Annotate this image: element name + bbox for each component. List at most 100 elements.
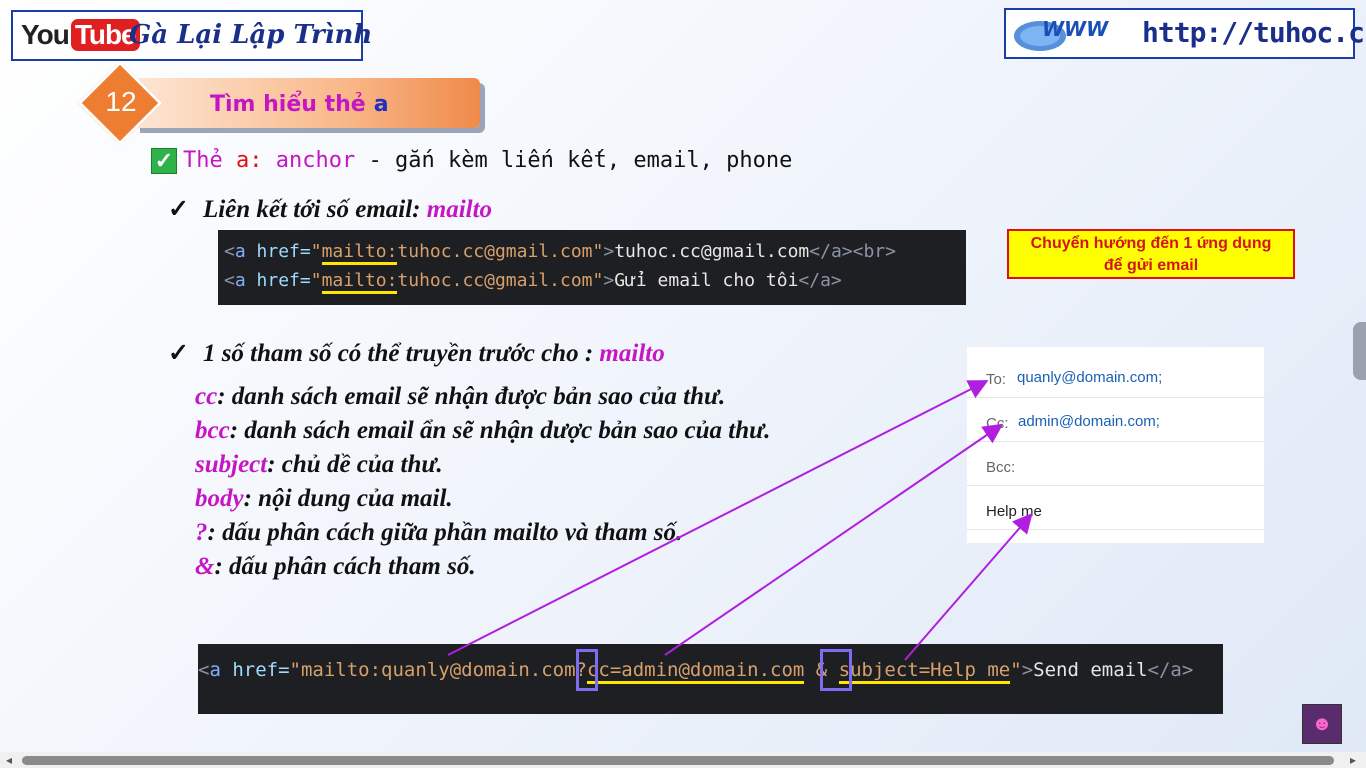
channel-avatar-icon: ☻ [1302, 704, 1342, 744]
param-desc: : dấu phân cách giữa phần mailto và tham… [207, 519, 683, 546]
param-item-subject: subject: chủ dề của thư. [195, 451, 443, 479]
param-key: subject [195, 451, 268, 478]
param-desc: : danh sách email ẩn sẽ nhận dược bản sa… [229, 417, 771, 444]
section1-keyword: mailto [426, 196, 493, 223]
code-subject-param: subject=Help me [838, 659, 1011, 684]
code-token: </a> [1147, 659, 1194, 681]
email-cc-label: Cc: [986, 415, 1009, 432]
code-token: href= [245, 270, 311, 291]
code-cc-param: cc=admin@domain.com [586, 659, 805, 684]
code-token: " [310, 270, 322, 291]
lesson-number: 12 [105, 86, 137, 117]
param-item-question: ?: dấu phân cách giữa phần mailto và tha… [195, 519, 682, 547]
checkbox-checked-icon: ✓ [151, 148, 177, 174]
code-token: a [234, 241, 246, 262]
param-key: body [195, 485, 244, 512]
note-line-1: Chuyển hướng đến 1 ứng dụng [1030, 235, 1272, 252]
param-item-cc: cc: danh sách email sẽ nhận được bản sao… [195, 383, 725, 411]
param-item-bcc: bcc: danh sách email ẩn sẽ nhận dược bản… [195, 417, 770, 445]
param-key: bcc [195, 417, 230, 444]
youtube-logo-you: You [21, 19, 70, 50]
param-desc: : chủ dề của thư. [267, 451, 443, 478]
code-token: > [603, 270, 615, 291]
redirect-note-box: Chuyển hướng đến 1 ứng dụng để gửi email [1007, 229, 1295, 279]
lesson-banner: Tìm hiểu thẻ a [135, 78, 480, 128]
code-token: Send email [1033, 659, 1148, 681]
code-token: > [1021, 659, 1034, 681]
code-token: a [209, 659, 221, 681]
code-token: < [224, 241, 235, 262]
lesson-title-text: Tìm hiểu thẻ [210, 92, 366, 117]
section2-text: 1 số tham số có thể truyền trước cho : [202, 340, 600, 367]
section-mailto-params: ✓ 1 số tham số có thể truyền trước cho : … [168, 338, 665, 368]
code-token: " [592, 241, 604, 262]
code-token: href= [245, 241, 311, 262]
param-desc: : nội dung của mail. [243, 485, 453, 512]
note-line-2: để gửi email [1103, 257, 1199, 274]
site-url: http://tuhoc.cc [1142, 16, 1366, 49]
lesson-title-tag: a [373, 92, 389, 117]
code-token: </a><br> [809, 241, 896, 262]
code-token: < [198, 659, 210, 681]
param-desc: : dấu phân cách tham số. [214, 553, 476, 580]
email-body-row: Help me [967, 484, 1264, 530]
code-token: " [592, 270, 604, 291]
code-token: a [234, 270, 246, 291]
code-token: </a> [798, 270, 842, 291]
question-mark-highlight-box [576, 649, 598, 691]
code-token: > [603, 241, 615, 262]
code-line-1: <a href="mailto:tuhoc.cc@gmail.com">tuho… [224, 241, 896, 265]
www-globe-icon: WWW [1014, 17, 1109, 51]
lesson-title: Tìm hiểu thẻ a [210, 92, 389, 117]
horizontal-scrollbar[interactable]: ◂ ▸ [0, 752, 1366, 768]
channel-name: Gà Lại Lập Trình [129, 20, 373, 50]
code-token: tuhoc.cc@gmail.com [397, 270, 593, 291]
checkmark-icon: ✓ [168, 340, 189, 367]
arrow-to-cc [664, 423, 1004, 656]
param-key: cc [195, 383, 218, 410]
code-token: " [310, 241, 322, 262]
param-item-ampersand: &: dấu phân cách tham số. [195, 553, 476, 581]
ampersand-highlight-box [820, 649, 852, 691]
heading-anchor: anchor [275, 148, 356, 173]
code-mailto-highlight: mailto: [321, 241, 398, 265]
scroll-left-icon[interactable]: ◂ [6, 752, 12, 768]
code-block-mailto-params: <a href="mailto:quanly@domain.com?cc=adm… [198, 644, 1223, 714]
heading-a: a: [236, 148, 263, 173]
section2-keyword: mailto [599, 340, 665, 367]
svg-text:WWW: WWW [1042, 17, 1109, 41]
email-bcc-label: Bcc: [986, 459, 1016, 476]
code-mailto-highlight: mailto: [321, 270, 398, 294]
side-panel-handle[interactable] [1353, 322, 1366, 380]
scroll-right-icon[interactable]: ▸ [1350, 752, 1356, 768]
youtube-logo: You Tube [21, 18, 140, 52]
param-desc: : danh sách email sẽ nhận được bản sao c… [217, 383, 726, 410]
code-line-params: <a href="mailto:quanly@domain.com?cc=adm… [198, 659, 1194, 684]
code-line-2: <a href="mailto:tuhoc.cc@gmail.com">Gửi … [224, 270, 842, 294]
param-key: & [195, 553, 215, 580]
scrollbar-thumb[interactable] [22, 756, 1334, 765]
email-body-value: Help me [986, 503, 1042, 520]
code-block-mailto-examples: <a href="mailto:tuhoc.cc@gmail.com">tuho… [218, 230, 966, 305]
youtube-channel-box: You Tube Gà Lại Lập Trình [11, 10, 372, 61]
code-token: " [1010, 659, 1022, 681]
email-bcc-row: Bcc: [967, 440, 1264, 486]
email-cc-value: admin@domain.com; [1018, 413, 1160, 430]
code-token: tuhoc.cc@gmail.com [397, 241, 593, 262]
email-to-row: To: quanly@domain.com; [967, 352, 1264, 398]
code-token: tuhoc.cc@gmail.com [614, 241, 810, 262]
code-token: "mailto:quanly@domain.com [289, 659, 576, 681]
section1-text: Liên kết tới số email: [202, 196, 427, 223]
email-to-value: quanly@domain.com; [1017, 369, 1163, 386]
section-email-link: ✓ Liên kết tới số email: mailto [168, 194, 492, 224]
heading-line: Thẻ a: anchor - gắn kèm liến kết, email,… [183, 148, 792, 173]
email-compose-panel: To: quanly@domain.com; Cc: admin@domain.… [967, 347, 1264, 543]
code-token: href= [220, 659, 290, 681]
email-to-label: To: [986, 371, 1007, 388]
heading-the: Thẻ [183, 148, 223, 173]
param-item-body: body: nội dung của mail. [195, 485, 453, 513]
checkmark-icon: ✓ [168, 196, 189, 223]
code-token: < [224, 270, 235, 291]
param-key: ? [195, 519, 208, 546]
heading-rest: - gắn kèm liến kết, email, phone [355, 148, 793, 173]
